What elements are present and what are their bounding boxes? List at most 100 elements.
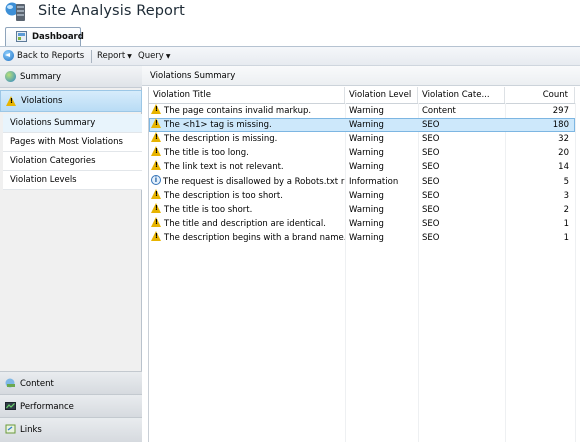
violation-title-text: The title is too short. [164,204,253,215]
table-row[interactable]: The title and description are identical.… [149,216,575,231]
warning-icon [151,146,162,157]
back-to-reports-button[interactable]: Back to Reports [0,47,90,65]
cell-violation-level: Warning [349,120,384,131]
app-title: Site Analysis Report [38,3,185,19]
table-row[interactable]: The title is too long. Warning SEO 20 [149,146,575,160]
cell-violation-level: Information [349,176,399,187]
cell-violation-title: The request is disallowed by a Robots.tx… [149,174,345,189]
cell-count: 297 [552,106,569,116]
dashboard-icon [16,31,27,42]
cell-violation-category: Content [422,106,456,116]
cell-violation-category: SEO [422,176,440,187]
warning-icon [6,96,17,106]
violations-grid: Violation Title Violation Level Violatio… [148,87,580,442]
cell-violation-title: The link text is not relevant. [149,160,345,174]
cell-violation-category: SEO [422,218,440,229]
chevron-down-icon: ▼ [127,53,132,60]
violation-title-text: The request is disallowed by a Robots.tx… [163,176,345,187]
page-title: Violations Summary [150,71,236,81]
report-menu-button[interactable]: Report ▼ [97,51,132,61]
info-icon [151,174,161,185]
sidebar-item-pages-most-violations[interactable]: Pages with Most Violations [3,133,142,152]
back-arrow-icon [3,50,14,61]
cell-violation-category: SEO [422,134,440,145]
violation-title-text: The page contains invalid markup. [164,106,312,116]
column-header-category[interactable]: Violation Cate... [418,87,505,103]
cell-count: 180 [552,120,569,131]
grid-header: Violation Title Violation Level Violatio… [149,87,575,104]
violation-title-text: The description is too short. [164,190,283,201]
cell-count: 1 [563,232,569,243]
content-icon [5,378,15,388]
cell-violation-level: Warning [349,134,384,145]
panel-header: Violations Summary [142,66,580,86]
cell-violation-category: SEO [422,162,440,173]
sidebar: Summary Violations Violations Summary Pa… [0,66,142,442]
app-header: Site Analysis Report Dashboard [0,0,580,46]
column-header-level[interactable]: Violation Level [345,87,418,103]
violation-title-text: The <h1> tag is missing. [164,120,272,131]
cell-violation-category: SEO [422,232,440,243]
query-label: Query [138,51,164,61]
cell-violation-title: The title and description are identical. [149,216,345,231]
column-header-count[interactable]: Count [505,87,575,103]
cell-count: 20 [558,148,569,159]
table-row[interactable]: The <h1> tag is missing. Warning SEO 180 [149,118,575,133]
table-row[interactable]: The description is missing. Warning SEO 32 [149,132,575,146]
violation-title-text: The title and description are identical. [164,218,326,229]
violation-title-text: The title is too long. [164,148,249,159]
warning-icon [151,216,162,227]
table-row[interactable]: The description begins with a brand name… [149,230,575,245]
warning-icon [151,202,162,213]
cell-count: 3 [563,190,569,201]
table-row[interactable]: The page contains invalid markup. Warning… [149,104,575,118]
warning-icon [151,132,162,143]
nav-summary-label: Summary [20,72,62,82]
cell-violation-category: SEO [422,120,440,131]
violations-subitems: Violations Summary Pages with Most Viola… [3,114,142,190]
cell-count: 5 [563,176,569,187]
server-icon [5,2,25,21]
sidebar-item-violations-summary[interactable]: Violations Summary [3,114,142,133]
sidebar-item-violation-categories[interactable]: Violation Categories [3,152,142,171]
chevron-down-icon: ▼ [165,53,171,60]
column-header-title[interactable]: Violation Title [149,87,345,103]
nav-violations[interactable]: Violations [0,90,142,112]
warning-icon [151,230,162,241]
violation-title-text: The link text is not relevant. [164,162,284,173]
cell-violation-level: Warning [349,204,384,215]
table-row[interactable]: The title is too short. Warning SEO 2 [149,202,575,217]
table-row[interactable]: The request is disallowed by a Robots.tx… [149,174,575,189]
main-panel: Violations Summary Violation Title Viola… [142,66,580,442]
nav-violations-label: Violations [21,96,63,106]
toolbar-separator [91,50,92,63]
nav-performance-label: Performance [20,402,74,412]
back-label: Back to Reports [17,51,85,61]
cell-violation-category: SEO [422,148,440,159]
cell-violation-title: The title is too short. [149,202,345,217]
nav-content[interactable]: Content [0,371,142,394]
nav-performance[interactable]: Performance [0,394,142,417]
tab-dashboard[interactable]: Dashboard [5,27,84,46]
toolbar: Back to Reports Report ▼ Query ▼ [0,46,580,66]
cell-count: 2 [563,204,569,215]
links-icon [5,424,16,434]
cell-violation-level: Warning [349,162,384,173]
cell-violation-title: The description is too short. [149,188,345,203]
table-row[interactable]: The description is too short. Warning SEO 3 [149,188,575,203]
warning-icon [151,104,162,114]
warning-icon [151,188,162,199]
query-menu-button[interactable]: Query ▼ [138,51,170,61]
violation-title-text: The description is missing. [164,134,278,145]
sidebar-item-violation-levels[interactable]: Violation Levels [3,171,142,190]
warning-icon [151,160,162,171]
cell-violation-category: SEO [422,190,440,201]
nav-summary[interactable]: Summary [0,66,142,88]
table-row[interactable]: The link text is not relevant. Warning SEO… [149,160,575,174]
cell-count: 14 [558,162,569,173]
cell-violation-level: Warning [349,148,384,159]
nav-links[interactable]: Links [0,417,142,442]
cell-violation-level: Warning [349,106,384,116]
cell-violation-level: Warning [349,218,384,229]
cell-violation-level: Warning [349,232,384,243]
